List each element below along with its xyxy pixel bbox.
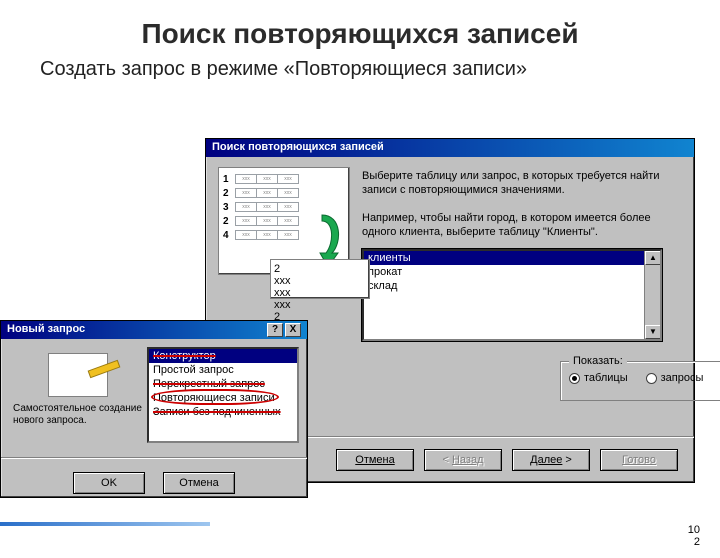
decorative-underline bbox=[0, 522, 210, 526]
tables-listbox[interactable]: ▲ ▼ клиентыпрокатсклад bbox=[362, 249, 662, 341]
help-icon[interactable]: ? bbox=[267, 323, 283, 337]
finish-button[interactable]: Готово bbox=[600, 449, 678, 471]
dialog-cancel-button[interactable]: Отмена bbox=[163, 472, 235, 494]
scroll-down-icon[interactable]: ▼ bbox=[645, 325, 661, 339]
show-groupbox: Показать: таблицызапросытаблицы и запрос… bbox=[560, 361, 720, 401]
slide-number: 10 2 bbox=[688, 524, 700, 548]
dialog-description: Самостоятельное создание нового запроса. bbox=[13, 403, 143, 427]
query-type-listbox[interactable]: КонструкторПростой запросПерекрестный за… bbox=[147, 347, 299, 443]
scrollbar[interactable]: ▲ ▼ bbox=[644, 251, 660, 341]
wizard-instruction-1: Выберите таблицу или запрос, в которых т… bbox=[362, 169, 682, 197]
show-option[interactable]: запросы bbox=[646, 372, 704, 384]
dialog-titlebar: Новый запрос X ? bbox=[1, 321, 307, 339]
list-item[interactable]: клиенты bbox=[364, 251, 660, 265]
query-type-option[interactable]: Повторяющиеся записи bbox=[149, 391, 297, 405]
query-type-option[interactable]: Простой запрос bbox=[149, 363, 297, 377]
back-button[interactable]: < Назад bbox=[424, 449, 502, 471]
new-query-dialog: Новый запрос X ? Самостоятельное создани… bbox=[0, 320, 308, 498]
query-type-option[interactable]: Записи без подчиненных bbox=[149, 405, 297, 419]
list-item[interactable]: прокат bbox=[364, 265, 660, 279]
show-option[interactable]: таблицы bbox=[569, 372, 628, 384]
wizard-instruction-2: Например, чтобы найти город, в котором и… bbox=[362, 211, 682, 239]
query-type-option[interactable]: Перекрестный запрос bbox=[149, 377, 297, 391]
slide-subtitle: Создать запрос в режиме «Повторяющиеся з… bbox=[40, 58, 720, 81]
slide-title: Поиск повторяющихся записей bbox=[0, 18, 720, 50]
next-button[interactable]: Далее > bbox=[512, 449, 590, 471]
dialog-title: Новый запрос bbox=[7, 323, 85, 335]
scroll-up-icon[interactable]: ▲ bbox=[645, 251, 661, 265]
query-icon bbox=[48, 353, 108, 397]
show-legend: Показать: bbox=[569, 355, 627, 367]
list-item[interactable]: склад bbox=[364, 279, 660, 293]
ok-button[interactable]: OK bbox=[73, 472, 145, 494]
close-icon[interactable]: X bbox=[285, 323, 301, 337]
wizard-titlebar: Поиск повторяющихся записей bbox=[206, 139, 694, 157]
query-type-option[interactable]: Конструктор bbox=[149, 349, 297, 363]
cancel-button[interactable]: Отмена bbox=[336, 449, 414, 471]
